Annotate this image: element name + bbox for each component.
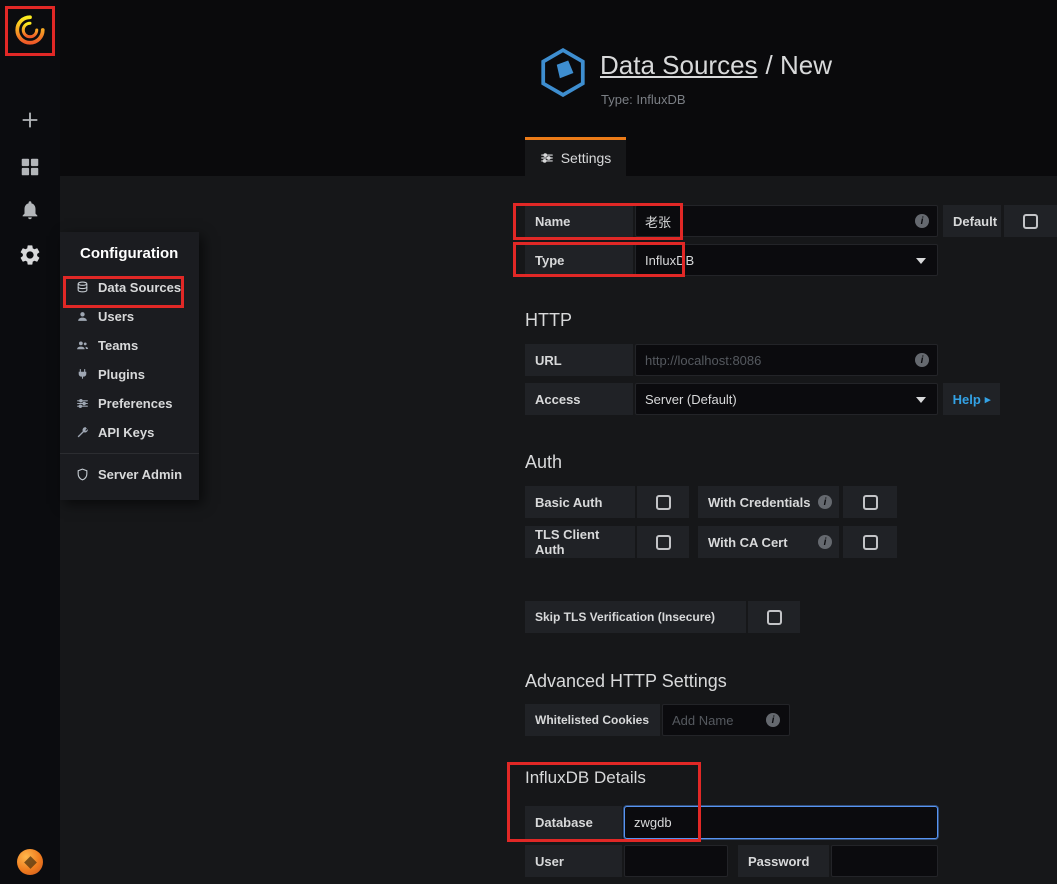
user-avatar[interactable] (17, 849, 43, 875)
url-input[interactable] (635, 344, 938, 376)
shield-icon (77, 468, 88, 481)
menu-item-preferences[interactable]: Preferences (60, 389, 199, 418)
page-subtitle: Type: InfluxDB (601, 92, 686, 107)
checkbox-box (655, 494, 671, 510)
sliders-icon (540, 153, 553, 163)
checkbox-box (862, 494, 878, 510)
http-heading: HTTP (525, 310, 572, 330)
with-ca-cert-text: With CA Cert (708, 534, 788, 550)
name-input[interactable] (635, 205, 938, 237)
tab-settings-label: Settings (560, 150, 612, 166)
database-icon (77, 281, 88, 293)
menu-item-label: Teams (98, 338, 139, 353)
menu-item-label: Plugins (98, 367, 145, 382)
avatar-glyph (23, 855, 37, 869)
menu-item-users[interactable]: Users (60, 302, 199, 331)
type-select-value: InfluxDB (645, 252, 695, 268)
chevron-down-icon (916, 397, 926, 403)
users-icon (77, 341, 89, 350)
grafana-datasource-page: Configuration Data Sources Users Teams P… (0, 0, 1057, 884)
auth-heading: Auth (525, 452, 563, 472)
info-icon: i (818, 535, 832, 549)
grafana-logo[interactable] (11, 11, 49, 49)
influxdb-logo (538, 47, 588, 98)
access-select[interactable]: Server (Default) (635, 383, 938, 415)
menu-item-plugins[interactable]: Plugins (60, 360, 199, 389)
plug-icon (78, 369, 87, 379)
with-credentials-text: With Credentials (708, 494, 811, 510)
password-input[interactable] (831, 845, 938, 877)
default-label: Default (943, 205, 1001, 237)
advanced-http-heading: Advanced HTTP Settings (525, 671, 727, 691)
chevron-down-icon (916, 258, 926, 264)
basic-auth-checkbox[interactable] (637, 486, 689, 518)
info-icon: i (915, 214, 929, 228)
info-icon: i (915, 353, 929, 367)
info-icon: i (766, 713, 780, 727)
type-select[interactable]: InfluxDB (635, 244, 938, 276)
skip-tls-checkbox[interactable] (748, 601, 800, 633)
menu-divider (60, 453, 199, 454)
add-icon[interactable] (19, 109, 41, 131)
user-icon (78, 312, 87, 321)
database-input[interactable] (624, 806, 938, 839)
help-button-label: Help (952, 391, 981, 407)
basic-auth-label: Basic Auth (525, 486, 635, 518)
configuration-gear-icon[interactable] (18, 243, 42, 267)
menu-item-label: Users (98, 309, 135, 324)
influxdb-details-heading: InfluxDB Details (525, 768, 646, 787)
password-label: Password (738, 845, 829, 877)
menu-item-teams[interactable]: Teams (60, 331, 199, 360)
dashboards-icon[interactable] (19, 156, 41, 178)
configuration-menu: Configuration Data Sources Users Teams P… (60, 232, 199, 500)
tls-client-auth-label: TLS Client Auth (525, 526, 635, 558)
menu-item-data-sources[interactable]: Data Sources (60, 273, 199, 302)
breadcrumb-new: / New (765, 50, 832, 80)
access-select-value: Server (Default) (645, 391, 737, 407)
checkbox-box (766, 609, 782, 625)
menu-item-label: Server Admin (98, 467, 183, 482)
sidebar (0, 0, 60, 884)
menu-item-label: Data Sources (98, 280, 182, 295)
caret-right-icon: ▸ (984, 393, 991, 406)
tls-client-auth-checkbox[interactable] (637, 526, 689, 558)
whitelisted-cookies-label: Whitelisted Cookies (525, 704, 660, 736)
url-label: URL (525, 344, 633, 376)
database-label: Database (525, 806, 622, 839)
menu-item-server-admin[interactable]: Server Admin (60, 460, 199, 489)
checkbox-box (655, 534, 671, 550)
menu-item-label: Preferences (98, 396, 173, 411)
page-title: Data Sources / New (600, 50, 832, 81)
user-input[interactable] (624, 845, 728, 877)
default-checkbox[interactable] (1004, 205, 1057, 237)
user-label: User (525, 845, 622, 877)
skip-tls-label: Skip TLS Verification (Insecure) (525, 601, 746, 633)
checkbox-box (862, 534, 878, 550)
tab-settings[interactable]: Settings (525, 137, 626, 176)
name-label: Name (525, 205, 633, 237)
checkbox-box (1023, 213, 1038, 229)
help-button[interactable]: Help ▸ (943, 383, 1000, 415)
info-icon: i (818, 495, 832, 509)
access-label: Access (525, 383, 633, 415)
breadcrumb-data-sources-link[interactable]: Data Sources (600, 50, 758, 80)
menu-item-label: API Keys (98, 425, 155, 440)
with-ca-cert-checkbox[interactable] (843, 526, 897, 558)
sliders-icon (77, 399, 88, 408)
configuration-menu-title: Configuration (80, 245, 179, 262)
with-credentials-checkbox[interactable] (843, 486, 897, 518)
wrench-icon (77, 427, 88, 438)
type-label: Type (525, 244, 633, 276)
alerting-bell-icon[interactable] (19, 199, 41, 221)
menu-item-api-keys[interactable]: API Keys (60, 418, 199, 447)
